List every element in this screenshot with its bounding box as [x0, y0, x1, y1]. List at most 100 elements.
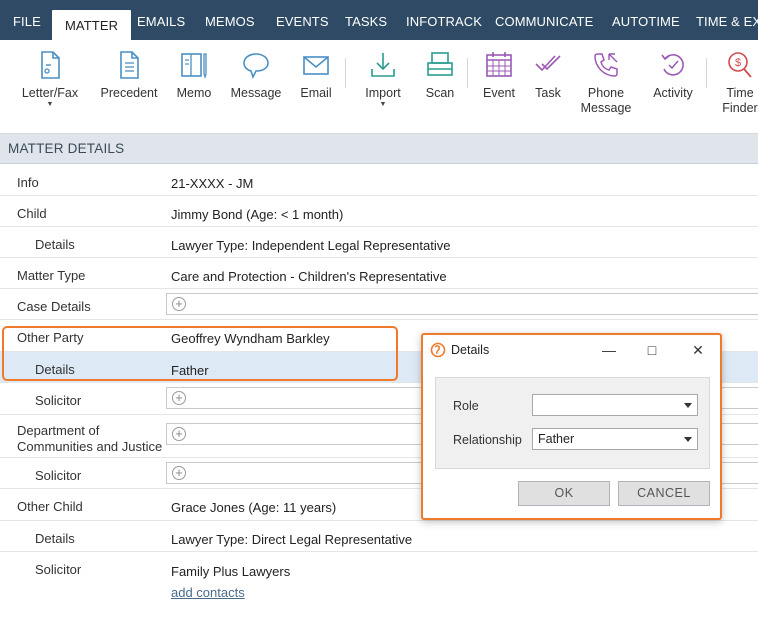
matter-details-header: MATTER DETAILS — [0, 134, 758, 164]
ribbon-toolbar: Letter/Fax ▼ Precedent Memo Message Emai… — [0, 40, 758, 134]
minimize-icon[interactable]: — — [598, 340, 620, 360]
activity-refresh-icon — [661, 54, 684, 76]
time-finder-button[interactable]: $ Time Finder — [718, 50, 758, 116]
scan-button[interactable]: Scan — [420, 50, 460, 101]
role-select[interactable] — [532, 394, 698, 416]
tab-events[interactable]: EVENTS — [276, 0, 329, 40]
other-child-details-label: Details — [35, 531, 75, 546]
child-details-value[interactable]: Lawyer Type: Independent Legal Represent… — [171, 238, 450, 254]
time-finder-label-line1: Time — [726, 86, 754, 100]
add-contacts-link[interactable]: add contacts — [171, 585, 245, 600]
ribbon-separator — [345, 58, 346, 88]
memo-icon — [181, 53, 207, 80]
solicitor-value[interactable]: Family Plus Lawyers — [171, 564, 290, 580]
dcj-label-line2: Communities and Justice — [17, 439, 163, 454]
child-value[interactable]: Jimmy Bond (Age: < 1 month) — [171, 207, 343, 223]
detail-row-child: Child Jimmy Bond (Age: < 1 month) — [0, 196, 758, 227]
email-label: Email — [300, 86, 332, 100]
tab-memos[interactable]: MEMOS — [205, 0, 255, 40]
tab-file[interactable]: FILE — [13, 0, 41, 40]
event-button[interactable]: Event — [480, 50, 518, 101]
import-button[interactable]: Import ▼ — [360, 50, 406, 109]
other-party-details-label: Details — [35, 362, 75, 377]
detail-row-info: Info 21-XXXX - JM — [0, 165, 758, 196]
tab-time-and-expenses[interactable]: TIME & EXP — [696, 0, 758, 40]
letter-fax-label: Letter/Fax — [21, 86, 79, 100]
dialog-title-bar[interactable]: Details — □ ✕ — [423, 335, 720, 365]
other-child-details-value[interactable]: Lawyer Type: Direct Legal Representative — [171, 532, 412, 548]
calendar-icon — [486, 52, 512, 77]
case-details-label: Case Details — [17, 299, 91, 314]
memo-button[interactable]: Memo — [172, 50, 216, 101]
phone-message-label-line1: Phone — [587, 86, 625, 100]
tab-tasks[interactable]: TASKS — [345, 0, 387, 40]
case-details-add-field[interactable]: + — [166, 293, 758, 315]
scan-label: Scan — [425, 86, 455, 100]
letter-fax-button[interactable]: Letter/Fax ▼ — [20, 50, 80, 109]
download-icon — [371, 53, 395, 77]
tab-emails[interactable]: EMAILS — [137, 0, 185, 40]
app-logo-icon — [430, 342, 446, 358]
add-circle-icon[interactable]: + — [172, 297, 186, 311]
message-label: Message — [230, 86, 282, 100]
relationship-label: Relationship — [453, 433, 522, 447]
memo-label: Memo — [176, 86, 212, 100]
main-tab-bar: FILE MATTER EMAILS MEMOS EVENTS TASKS IN… — [0, 0, 758, 40]
letter-fax-dropdown-caret: ▼ — [46, 101, 54, 108]
task-checkmarks-icon — [535, 55, 561, 72]
add-circle-icon[interactable]: + — [172, 391, 186, 405]
precedent-button[interactable]: Precedent — [98, 50, 160, 101]
child-details-label: Details — [35, 237, 75, 252]
precedent-icon — [120, 51, 139, 79]
speech-bubble-icon — [243, 53, 269, 80]
info-label: Info — [17, 175, 39, 190]
detail-row-matter-type: Matter Type Care and Protection - Childr… — [0, 258, 758, 289]
phone-message-label-line2: Message — [580, 101, 632, 115]
dcj-label-line1: Department of — [17, 423, 100, 438]
message-button[interactable]: Message — [228, 50, 284, 101]
letter-icon — [41, 51, 60, 79]
role-label: Role — [453, 399, 479, 413]
dialog-fields-panel: Role Relationship Father — [435, 377, 710, 469]
event-label: Event — [483, 86, 515, 100]
solicitor-label: Solicitor — [35, 562, 82, 577]
phone-message-button[interactable]: Phone Message — [580, 50, 632, 116]
ok-button[interactable]: OK — [518, 481, 610, 506]
dialog-title: Details — [451, 343, 490, 357]
chevron-down-icon — [684, 437, 692, 442]
scanner-icon — [427, 52, 453, 76]
other-party-value[interactable]: Geoffrey Wyndham Barkley — [171, 331, 330, 347]
child-label: Child — [17, 206, 47, 221]
maximize-icon[interactable]: □ — [641, 340, 663, 360]
activity-button[interactable]: Activity — [648, 50, 698, 101]
detail-row-solicitor-3: Solicitor Family Plus Lawyers add contac… — [0, 552, 758, 612]
dcj-label: Department of Communities and Justice — [17, 423, 162, 455]
close-icon[interactable]: ✕ — [687, 340, 709, 360]
info-value: 21-XXXX - JM — [171, 176, 254, 191]
details-dialog: Details — □ ✕ Role Relationship Father O… — [421, 333, 722, 520]
add-circle-icon[interactable]: + — [172, 427, 186, 441]
import-dropdown-caret: ▼ — [379, 101, 387, 108]
other-child-label: Other Child — [17, 499, 83, 514]
ribbon-separator — [467, 58, 468, 88]
email-button[interactable]: Email — [296, 50, 336, 101]
add-circle-icon[interactable]: + — [172, 466, 186, 480]
relationship-select[interactable]: Father — [532, 428, 698, 450]
tab-matter[interactable]: MATTER — [52, 10, 132, 40]
other-party-details-value[interactable]: Father — [171, 363, 209, 379]
svg-text:$: $ — [735, 57, 741, 69]
cancel-button[interactable]: CANCEL — [618, 481, 710, 506]
phone-icon — [594, 53, 618, 77]
activity-label: Activity — [653, 86, 693, 100]
solicitor-label: Solicitor — [35, 468, 82, 483]
chevron-down-icon — [684, 403, 692, 408]
task-button[interactable]: Task — [530, 50, 566, 101]
tab-communicate[interactable]: COMMUNICATE — [495, 0, 593, 40]
ribbon-separator — [706, 58, 707, 88]
tab-infotrack[interactable]: INFOTRACK — [406, 0, 482, 40]
import-label: Import — [365, 86, 401, 100]
matter-type-value[interactable]: Care and Protection - Children's Represe… — [171, 269, 447, 285]
tab-autotime[interactable]: AUTOTIME — [612, 0, 680, 40]
task-label: Task — [535, 86, 561, 100]
other-child-value[interactable]: Grace Jones (Age: 11 years) — [171, 500, 336, 516]
